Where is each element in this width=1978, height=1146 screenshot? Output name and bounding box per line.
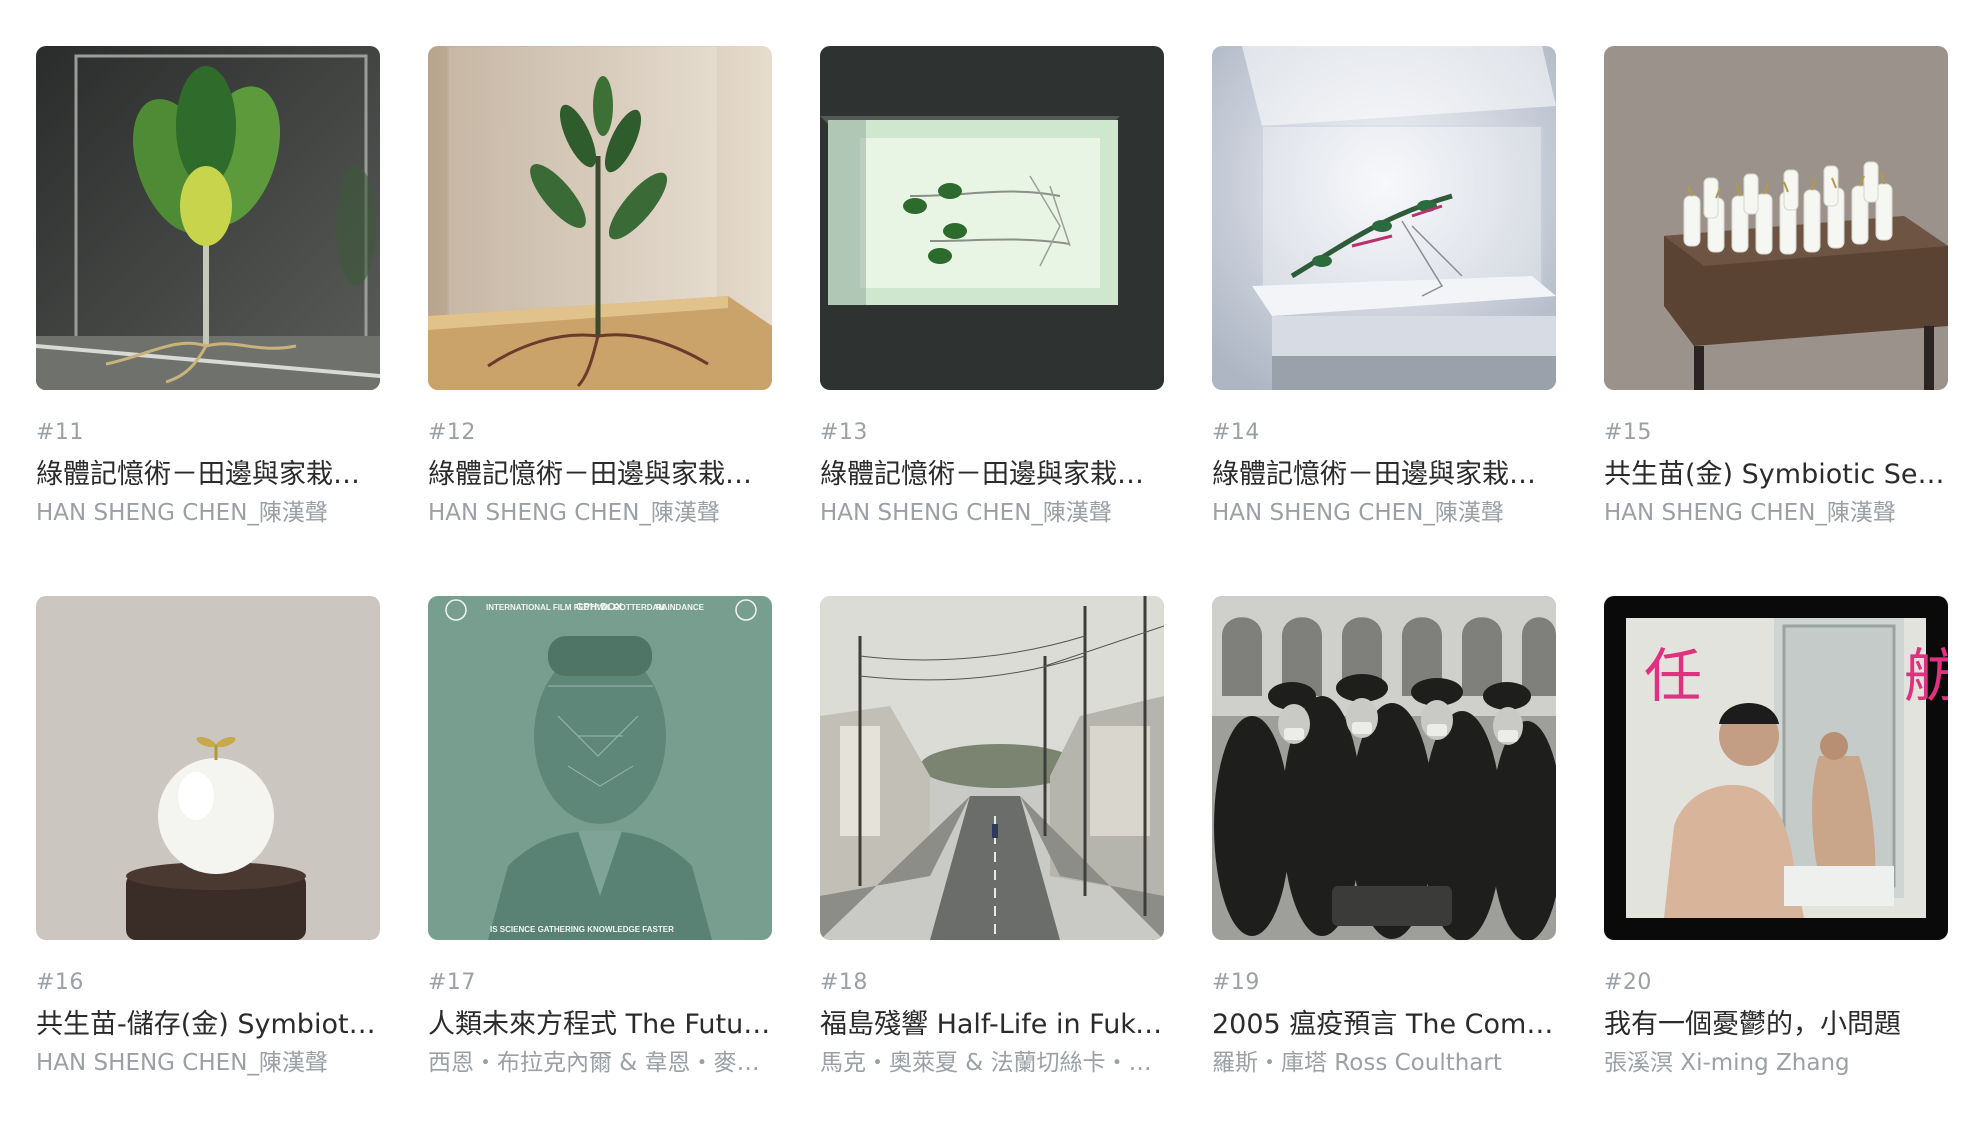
glowing-glass-case-image bbox=[1212, 46, 1556, 390]
artwork-thumbnail[interactable] bbox=[820, 46, 1164, 390]
artwork-card[interactable]: #19 2005 瘟疫預言 The Coming Plague 羅斯・庫塔 Ro… bbox=[1212, 596, 1556, 1146]
artwork-title[interactable]: 綠體記憶術－田邊與家栽植物 2 bbox=[428, 458, 772, 492]
artwork-card[interactable]: #13 綠體記憶術－田邊與家栽植物 3 HAN SHENG CHEN_陳漢聲 bbox=[820, 46, 1164, 596]
artwork-artist[interactable]: HAN SHENG CHEN_陳漢聲 bbox=[820, 498, 1164, 528]
artwork-number: #18 bbox=[820, 970, 868, 995]
artwork-card[interactable]: #14 綠體記憶術－田邊與家栽植物 4 HAN SHENG CHEN_陳漢聲 bbox=[1212, 46, 1556, 596]
artwork-thumbnail[interactable] bbox=[1604, 46, 1948, 390]
artwork-card[interactable]: #11 綠體記憶術－田邊與家栽植物 1 HAN SHENG CHEN_陳漢聲 bbox=[36, 46, 380, 596]
artwork-thumbnail[interactable] bbox=[1212, 596, 1556, 940]
artwork-number: #11 bbox=[36, 420, 84, 445]
artwork-title[interactable]: 福島殘響 Half-Life in Fukushima bbox=[820, 1008, 1164, 1042]
artwork-artist[interactable]: HAN SHENG CHEN_陳漢聲 bbox=[428, 498, 772, 528]
artwork-thumbnail[interactable] bbox=[428, 46, 772, 390]
white-tubes-on-table-image bbox=[1604, 46, 1948, 390]
artwork-artist[interactable]: HAN SHENG CHEN_陳漢聲 bbox=[36, 1048, 380, 1078]
artwork-number: #14 bbox=[1212, 420, 1260, 445]
artwork-title[interactable]: 共生苗(金) Symbiotic Seedlings bbox=[1604, 458, 1948, 492]
empty-town-street-image bbox=[820, 596, 1164, 940]
artwork-number: #16 bbox=[36, 970, 84, 995]
artwork-number: #20 bbox=[1604, 970, 1652, 995]
overlay-character-left: 任 bbox=[1644, 642, 1702, 710]
artwork-card[interactable]: #18 福島殘響 Half-Life in Fukushima 馬克・奧萊夏 &… bbox=[820, 596, 1164, 1146]
leafy-plant-in-glass-case-image bbox=[36, 46, 380, 390]
artwork-number: #15 bbox=[1604, 420, 1652, 445]
lightbox-with-seedlings-image bbox=[820, 46, 1164, 390]
poster-laurel-right: RAINDANCE bbox=[656, 603, 705, 612]
artwork-title[interactable]: 綠體記憶術－田邊與家栽植物 4 bbox=[1212, 458, 1556, 492]
artwork-artist[interactable]: 西恩・布拉克內爾 & 韋恩・麥克福林 bbox=[428, 1048, 772, 1078]
artwork-title[interactable]: 我有一個憂鬱的，小問題 bbox=[1604, 1008, 1948, 1042]
artwork-card[interactable]: 任 舫 #20 我有一個憂鬱的，小問題 張溪溟 Xi-ming Zhang bbox=[1604, 596, 1948, 1146]
artwork-card[interactable]: #12 綠體記憶術－田邊與家栽植物 2 HAN SHENG CHEN_陳漢聲 bbox=[428, 46, 772, 596]
artwork-number: #19 bbox=[1212, 970, 1260, 995]
documentary-poster-face-image: INTERNATIONAL FILM FESTIVAL ROTTERDAM CP… bbox=[428, 596, 772, 940]
poster-tagline: IS SCIENCE GATHERING KNOWLEDGE FASTER bbox=[490, 925, 674, 934]
artwork-number: #12 bbox=[428, 420, 476, 445]
artwork-title[interactable]: 共生苗-儲存(金) Symbiotic Seedling bbox=[36, 1008, 380, 1042]
sprout-on-white-sphere-image bbox=[36, 596, 380, 940]
artwork-grid: #11 綠體記憶術－田邊與家栽植物 1 HAN SHENG CHEN_陳漢聲 #… bbox=[36, 46, 1948, 1146]
artwork-thumbnail[interactable] bbox=[36, 596, 380, 940]
artwork-card[interactable]: #15 共生苗(金) Symbiotic Seedlings HAN SHENG… bbox=[1604, 46, 1948, 596]
artwork-thumbnail[interactable] bbox=[820, 596, 1164, 940]
artwork-thumbnail[interactable]: 任 舫 bbox=[1604, 596, 1948, 940]
artwork-artist[interactable]: 馬克・奧萊夏 & 法蘭切絲卡・斯卡爾 bbox=[820, 1048, 1164, 1078]
artwork-artist[interactable]: 張溪溟 Xi-ming Zhang bbox=[1604, 1048, 1948, 1078]
artwork-artist[interactable]: HAN SHENG CHEN_陳漢聲 bbox=[1604, 498, 1948, 528]
man-in-bathroom-image: 任 舫 bbox=[1604, 596, 1948, 940]
artwork-number: #17 bbox=[428, 970, 476, 995]
artwork-title[interactable]: 綠體記憶術－田邊與家栽植物 3 bbox=[820, 458, 1164, 492]
masked-crowd-archive-photo-image bbox=[1212, 596, 1556, 940]
overlay-character-right: 舫 bbox=[1904, 642, 1948, 710]
artwork-number: #13 bbox=[820, 420, 868, 445]
artwork-title[interactable]: 人類未來方程式 The Future of Humanity bbox=[428, 1008, 772, 1042]
poster-laurel-mid: CPH:DOX bbox=[576, 602, 622, 613]
artwork-thumbnail[interactable] bbox=[1212, 46, 1556, 390]
artwork-artist[interactable]: HAN SHENG CHEN_陳漢聲 bbox=[1212, 498, 1556, 528]
artwork-title[interactable]: 綠體記憶術－田邊與家栽植物 1 bbox=[36, 458, 380, 492]
sprout-in-acrylic-box-image bbox=[428, 46, 772, 390]
artwork-card[interactable]: #16 共生苗-儲存(金) Symbiotic Seedling HAN SHE… bbox=[36, 596, 380, 1146]
artwork-artist[interactable]: HAN SHENG CHEN_陳漢聲 bbox=[36, 498, 380, 528]
artwork-artist[interactable]: 羅斯・庫塔 Ross Coulthart bbox=[1212, 1048, 1556, 1078]
artwork-thumbnail[interactable]: INTERNATIONAL FILM FESTIVAL ROTTERDAM CP… bbox=[428, 596, 772, 940]
artwork-thumbnail[interactable] bbox=[36, 46, 380, 390]
artwork-card[interactable]: INTERNATIONAL FILM FESTIVAL ROTTERDAM CP… bbox=[428, 596, 772, 1146]
artwork-title[interactable]: 2005 瘟疫預言 The Coming Plague bbox=[1212, 1008, 1556, 1042]
